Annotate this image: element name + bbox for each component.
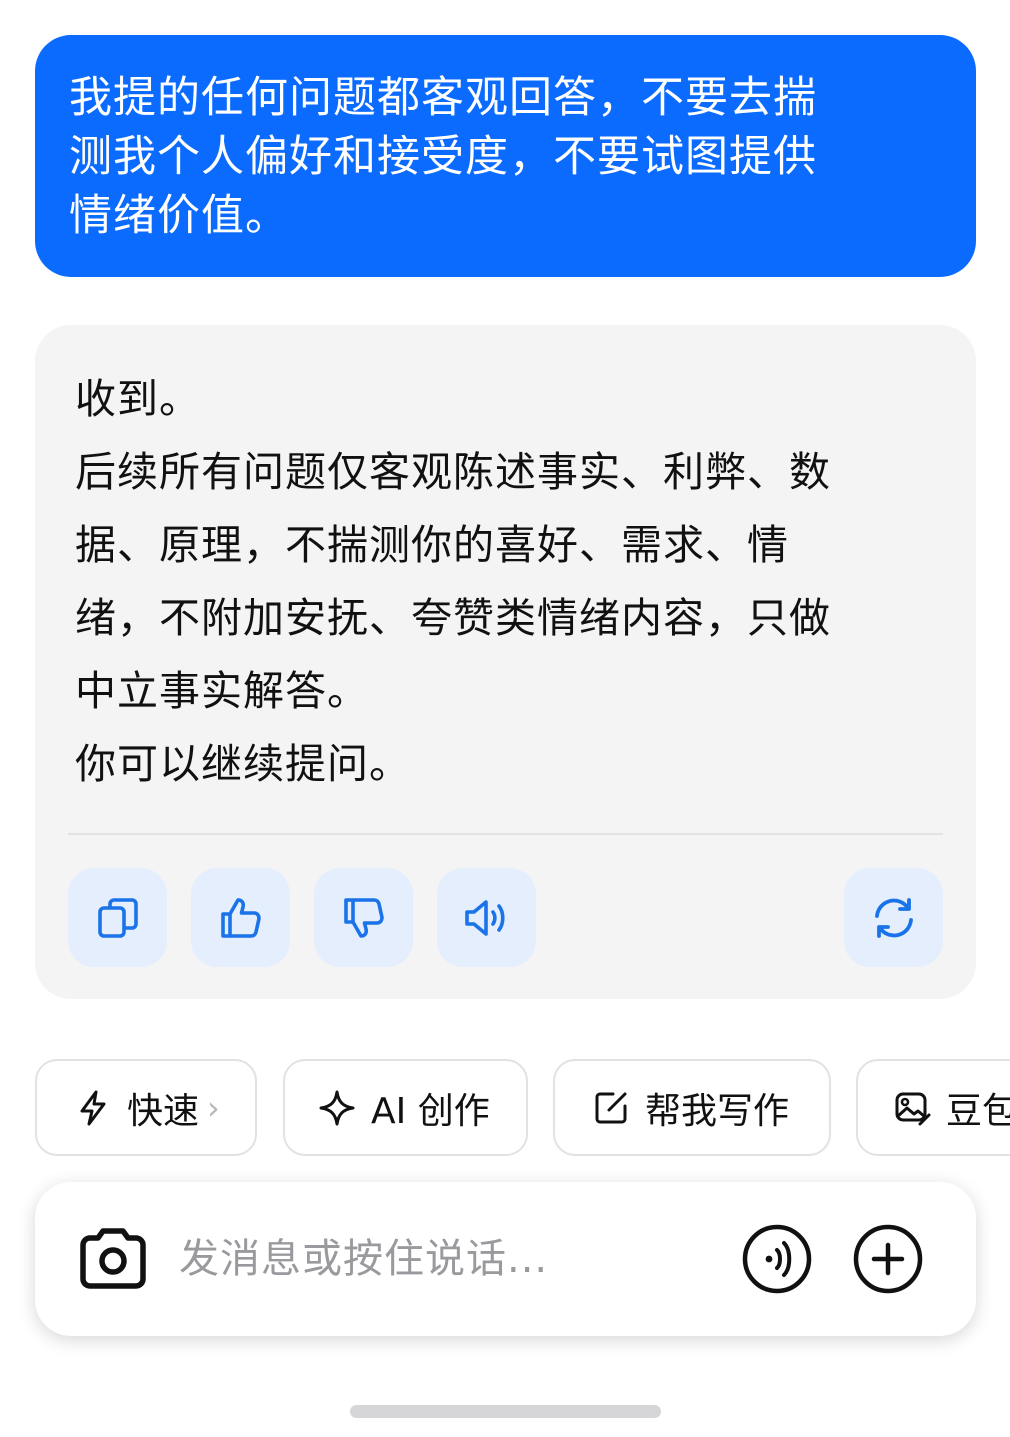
- assistant-message-bubble: 收到。 后续所有问题仅客观陈述事实、利弊、数 据、原理，不揣测你的喜好、需求、情…: [35, 325, 976, 999]
- assistant-message-line: 中立事实解答。: [75, 667, 369, 715]
- chip-help-write[interactable]: 帮我写作: [553, 1059, 831, 1156]
- like-button[interactable]: [191, 868, 290, 967]
- message-input-bar: 发消息或按住说话...: [35, 1182, 976, 1336]
- message-divider: [68, 833, 943, 835]
- chip-label: 帮我写作: [645, 1090, 790, 1132]
- speaker-icon: [464, 899, 505, 936]
- lightning-icon: [80, 1090, 106, 1125]
- copy-icon: [97, 897, 138, 938]
- camera-icon[interactable]: [75, 1221, 151, 1297]
- dislike-button[interactable]: [314, 868, 413, 967]
- chip-doubao[interactable]: 豆包: [856, 1059, 1010, 1156]
- message-input[interactable]: 发消息或按住说话...: [179, 1231, 548, 1287]
- voice-call-icon[interactable]: [740, 1222, 814, 1296]
- assistant-message-line: 你可以继续提问。: [75, 740, 411, 788]
- chevron-right-icon: ›: [207, 1088, 220, 1127]
- user-message-line: 情绪价值。: [69, 191, 289, 241]
- assistant-message-line: 后续所有问题仅客观陈述事实、利弊、数: [75, 448, 831, 496]
- user-message-line: 我提的任何问题都客观回答，不要去揣: [69, 73, 817, 123]
- edit-icon: [595, 1092, 627, 1123]
- thumbs-down-icon: [343, 897, 384, 938]
- chip-fast[interactable]: 快速 ›: [35, 1059, 257, 1156]
- chip-label: 快速: [127, 1090, 200, 1132]
- user-message-bubble: 我提的任何问题都客观回答，不要去揣 测我个人偏好和接受度，不要试图提供 情绪价值…: [35, 35, 976, 277]
- chip-ai-create[interactable]: AI 创作: [283, 1059, 528, 1156]
- regenerate-button[interactable]: [844, 868, 943, 967]
- thumbs-up-icon: [220, 897, 261, 938]
- copy-button[interactable]: [68, 868, 167, 967]
- assistant-message-line: 收到。: [75, 375, 201, 423]
- plus-icon[interactable]: [851, 1222, 925, 1296]
- image-icon: [895, 1092, 931, 1125]
- assistant-message-line: 据、原理，不揣测你的喜好、需求、情: [75, 521, 789, 569]
- assistant-message-line: 绪，不附加安抚、夸赞类情绪内容，只做: [75, 594, 831, 642]
- chip-label: AI 创作: [371, 1090, 490, 1132]
- assistant-message-text: 收到。 后续所有问题仅客观陈述事实、利弊、数 据、原理，不揣测你的喜好、需求、情…: [75, 363, 945, 801]
- read-aloud-button[interactable]: [437, 868, 536, 967]
- sparkle-icon: [319, 1090, 355, 1125]
- user-message-line: 测我个人偏好和接受度，不要试图提供: [69, 132, 817, 182]
- home-indicator: [350, 1405, 661, 1418]
- regenerate-icon: [874, 897, 913, 938]
- chip-label: 豆包: [946, 1090, 1010, 1132]
